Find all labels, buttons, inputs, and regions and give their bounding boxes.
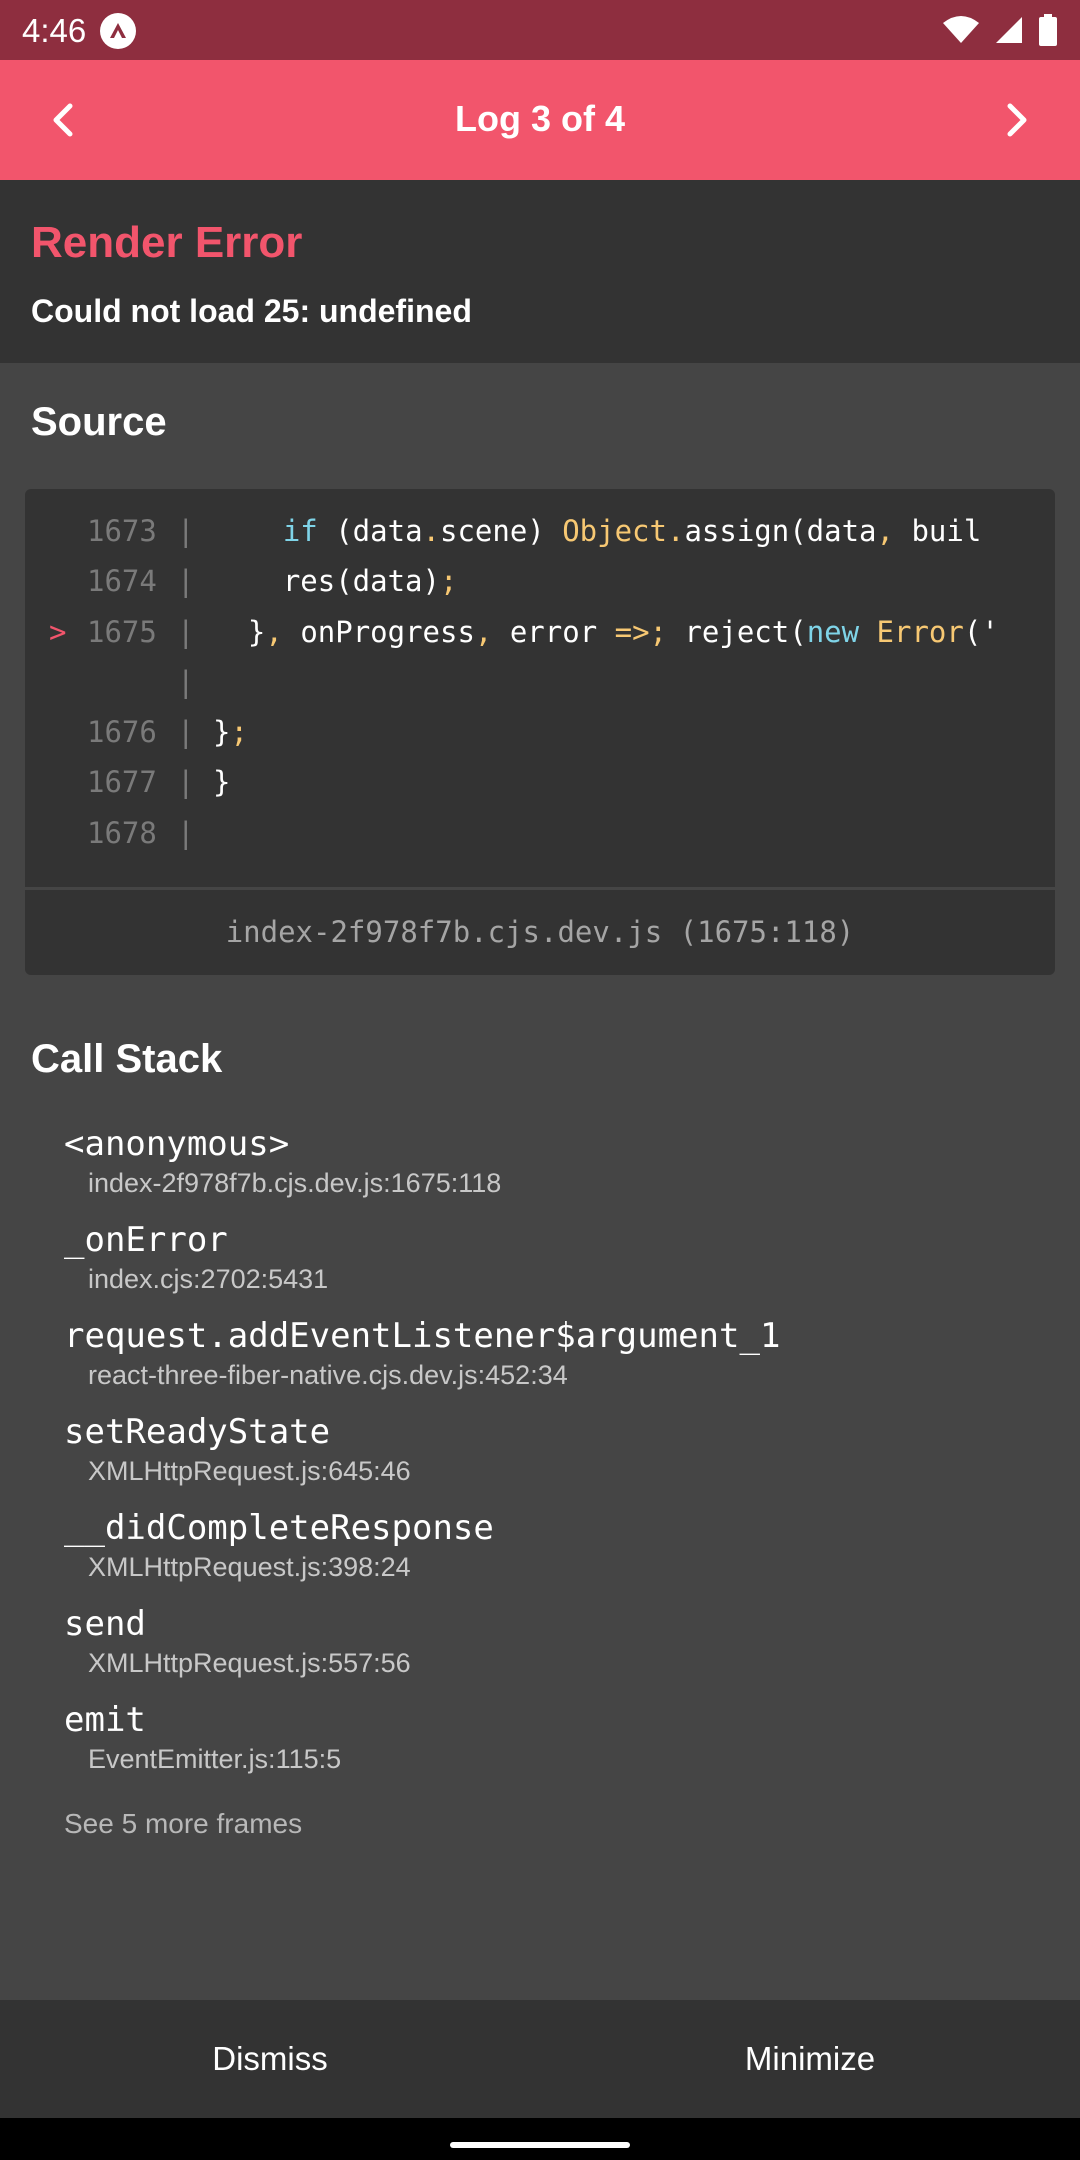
battery-icon <box>1038 14 1058 51</box>
line-number: 1673 <box>87 514 157 548</box>
stack-frame-location: XMLHttpRequest.js:398:24 <box>88 1552 411 1582</box>
stack-frame-function: send <box>64 1604 146 1644</box>
stack-frame-function: _onError <box>64 1220 228 1260</box>
stack-frame[interactable]: __didCompleteResponse XMLHttpRequest.js:3… <box>64 1508 1054 1583</box>
source-code-line: >1675 | }, onProgress, error =>; reject(n… <box>25 607 1055 657</box>
stack-frame[interactable]: <anonymous> index-2f978f7b.cjs.dev.js:167… <box>64 1124 1054 1199</box>
stack-frame-function: __didCompleteResponse <box>64 1508 494 1548</box>
code-text: if (data.scene) Object.assign(data, buil <box>282 514 982 548</box>
status-bar: 4:46 <box>0 0 1080 60</box>
status-time: 4:46 <box>22 12 87 49</box>
log-counter-title: Log 3 of 4 <box>455 98 625 139</box>
code-text: res(data); <box>213 564 458 599</box>
source-section-title: Source <box>31 400 167 444</box>
error-summary: Render Error Could not load 25: undefine… <box>0 180 1080 363</box>
source-code-line: 1676 |}; <box>25 707 1055 757</box>
stack-frame[interactable]: request.addEventListener$argument_1react… <box>64 1316 1054 1391</box>
code-text: } <box>213 765 231 800</box>
line-number: 1674 <box>87 564 157 599</box>
minimize-button[interactable]: Minimize <box>540 2000 1080 2118</box>
stack-frame-location: index.cjs:2702:5431 <box>88 1264 329 1294</box>
call-stack-section-title: Call Stack <box>31 1037 223 1081</box>
error-title: Render Error <box>31 218 303 267</box>
stack-frame-location: react-three-fiber-native.cjs.dev.js:452:… <box>88 1360 568 1390</box>
line-gutter: | <box>177 564 195 599</box>
bottom-action-bar: Dismiss Minimize <box>0 2000 1080 2118</box>
stack-frame[interactable]: send XMLHttpRequest.js:557:56 <box>64 1604 1054 1679</box>
app-notification-icon <box>100 13 136 49</box>
line-gutter: | <box>177 514 195 548</box>
line-number: 1675 <box>87 614 157 649</box>
see-more-frames-link[interactable]: See 5 more frames <box>64 1808 302 1840</box>
signal-icon <box>994 15 1024 50</box>
line-gutter: | <box>177 815 195 850</box>
system-navigation-bar <box>0 2118 1080 2160</box>
home-indicator[interactable] <box>450 2142 630 2148</box>
stack-frame-location: EventEmitter.js:115:5 <box>88 1744 342 1774</box>
line-gutter: | <box>177 765 195 800</box>
code-text: }, onProgress, error =>; reject(new Erro… <box>213 614 999 649</box>
line-gutter: | <box>177 664 195 699</box>
stack-frame[interactable]: emit EventEmitter.js:115:5 <box>64 1700 1054 1775</box>
stack-frame-function: <anonymous> <box>64 1124 290 1164</box>
source-code-line: 1677 |} <box>25 757 1055 807</box>
stack-frame-location: XMLHttpRequest.js:557:56 <box>88 1648 411 1678</box>
line-gutter: | <box>177 614 195 649</box>
source-code-line: 1673 | if (data.scene) Object.assign(data… <box>25 506 1055 556</box>
source-file-location[interactable]: index-2f978f7b.cjs.dev.js (1675:118) <box>25 890 1055 975</box>
stack-frame[interactable]: _onError index.cjs:2702:5431 <box>64 1220 1054 1295</box>
line-number: 1676 <box>87 715 157 749</box>
line-gutter: | <box>177 715 195 749</box>
error-line-marker: > <box>49 614 67 649</box>
line-number: 1678 <box>87 815 157 850</box>
stack-frame-location: index-2f978f7b.cjs.dev.js:1675:118 <box>88 1168 502 1198</box>
code-text: }; <box>213 715 248 749</box>
source-code-line: 1678 | <box>25 808 1055 858</box>
log-header: Log 3 of 4 <box>0 60 1080 180</box>
stack-frame-location: XMLHttpRequest.js:645:46 <box>88 1456 411 1486</box>
stack-frame[interactable]: setReadyState XMLHttpRequest.js:645:46 <box>64 1412 1054 1487</box>
wifi-icon <box>942 15 980 50</box>
stack-frame-function: emit <box>64 1700 146 1740</box>
dismiss-button[interactable]: Dismiss <box>0 2000 540 2118</box>
error-message: Could not load 25: undefined <box>31 293 472 329</box>
next-log-button[interactable] <box>986 90 1046 150</box>
source-code-line: 1674 | res(data); <box>25 556 1055 606</box>
stack-frame-function: setReadyState <box>64 1412 331 1452</box>
chevron-right-icon <box>1007 103 1027 137</box>
source-code-line: | <box>25 657 1055 707</box>
line-number: 1677 <box>87 765 157 800</box>
stack-frame-function: request.addEventListener$argument_1 <box>64 1316 781 1356</box>
